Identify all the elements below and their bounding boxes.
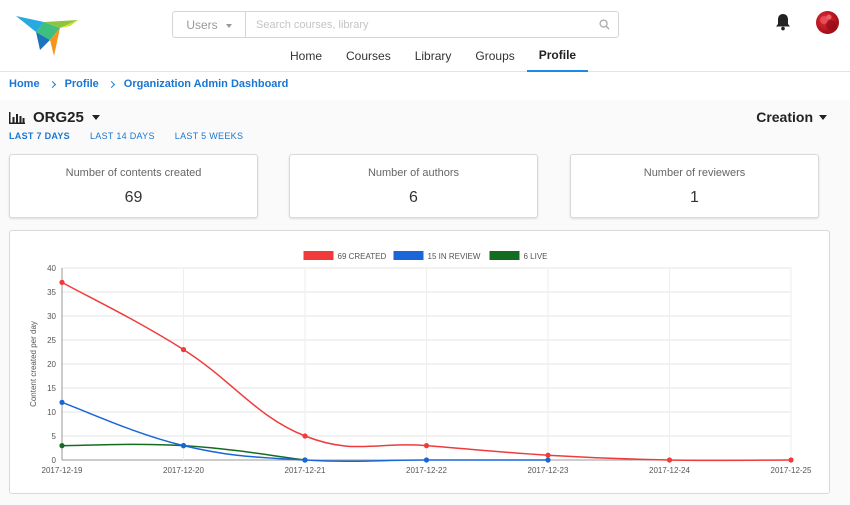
chevron-down-icon [91,115,100,120]
y-tick-label: 30 [47,312,56,321]
data-point-69-created [545,452,551,458]
x-tick-label: 2017-12-19 [42,466,83,475]
stat-card-contents: Number of contents created 69 [9,154,258,218]
search-input[interactable] [246,12,590,37]
breadcrumb-profile[interactable]: Profile [65,78,99,90]
notifications-bell-icon[interactable] [775,13,791,31]
data-point-69-created [666,457,673,463]
data-point-15-in-review [59,399,65,405]
data-point-69-created [423,443,430,449]
y-tick-label: 40 [47,264,56,273]
x-tick-label: 2017-12-22 [406,466,447,475]
nav-groups[interactable]: Groups [463,40,526,72]
y-tick-label: 25 [47,336,56,345]
search-icon [598,19,610,30]
y-tick-label: 20 [47,360,56,369]
data-point-69-created [302,433,308,439]
x-tick-label: 2017-12-25 [771,466,812,475]
legend-swatch-69-created [303,251,334,260]
data-point-69-created [788,457,794,463]
stat-value: 6 [409,189,418,206]
y-tick-label: 5 [52,432,57,441]
stat-card-reviewers: Number of reviewers 1 [570,154,819,218]
data-point-15-in-review [423,457,430,463]
stat-value: 69 [124,189,143,206]
x-tick-label: 2017-12-20 [163,466,204,475]
user-avatar[interactable] [816,11,839,34]
org-selector[interactable]: ORG25 [9,109,100,126]
chevron-right-icon [48,80,56,88]
x-tick-label: 2017-12-21 [285,466,326,475]
bird-logo-icon[interactable] [14,12,80,58]
data-point-69-created [180,347,187,353]
search-button[interactable] [590,12,618,37]
bar-chart-icon [9,111,25,124]
y-axis-label: Content created per day [29,321,38,407]
y-tick-label: 0 [52,456,57,465]
view-selector-label: Creation [756,109,813,125]
y-tick-label: 10 [47,408,56,417]
main-nav: Home Courses Library Groups Profile [278,40,589,72]
data-point-15-in-review [302,457,308,463]
stat-card-authors: Number of authors 6 [289,154,538,218]
breadcrumb: Home Profile Organization Admin Dashboar… [9,78,288,90]
data-point-15-in-review [180,443,187,449]
content-creation-chart-card: 0 5 10 15 20 25 30 35 40 2017-12-19 2017-12-20 2017… [9,230,830,494]
x-tick-label: 2017-12-23 [528,466,569,475]
legend-label-15-in-review: 15 IN REVIEW [428,252,481,261]
period-last-5-weeks[interactable]: LAST 5 WEEKS [175,131,243,141]
breadcrumb-current[interactable]: Organization Admin Dashboard [124,78,289,90]
data-point-69-created [59,279,65,285]
legend-label-69-created: 69 CREATED [338,252,387,261]
top-header: Users Home Courses Library Groups Profil… [0,0,850,72]
legend-label-6-live: 6 LIVE [524,252,548,261]
nav-profile[interactable]: Profile [526,40,589,72]
avatar-image-icon [820,14,836,30]
legend-swatch-6-live [489,251,520,260]
stat-label: Number of contents created [65,167,202,179]
line-chart: 0 5 10 15 20 25 30 35 40 2017-12-19 2017-12-20 2017… [29,251,812,475]
stat-label: Number of authors [367,167,460,179]
breadcrumb-home[interactable]: Home [9,78,40,90]
period-last-14-days[interactable]: LAST 14 DAYS [90,131,155,141]
y-tick-label: 35 [47,288,56,297]
org-name: ORG25 [33,109,84,126]
view-selector-dropdown[interactable]: Creation [756,109,827,125]
y-tick-label: 15 [47,384,56,393]
stat-label: Number of reviewers [643,167,746,179]
x-tick-label: 2017-12-24 [649,466,690,475]
search-scope-label: Users [186,17,218,32]
nav-courses[interactable]: Courses [334,40,403,72]
data-point-6-live [59,443,65,449]
data-point-15-in-review [545,457,551,463]
stat-value: 1 [690,189,699,206]
chevron-right-icon [107,80,115,88]
chevron-down-icon [819,114,827,120]
search-scope-dropdown[interactable]: Users [173,12,246,37]
nav-library[interactable]: Library [403,40,464,72]
period-last-7-days[interactable]: LAST 7 DAYS [9,131,70,141]
chevron-down-icon [225,23,232,28]
period-tabs: LAST 7 DAYS LAST 14 DAYS LAST 5 WEEKS [9,131,243,141]
nav-home[interactable]: Home [278,40,334,72]
legend-swatch-15-in-review [393,251,424,260]
search-bar: Users [172,11,619,38]
